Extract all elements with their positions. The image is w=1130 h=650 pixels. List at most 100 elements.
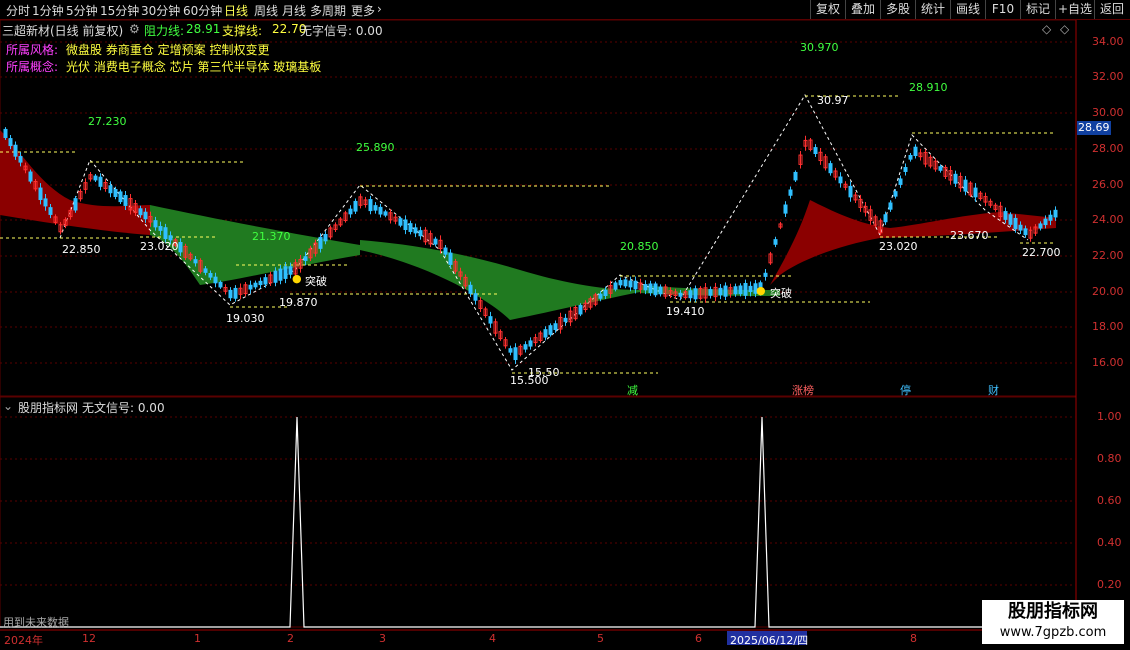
candle-body xyxy=(743,282,748,296)
candle-body xyxy=(8,138,13,147)
event-suspend[interactable]: 停 xyxy=(900,382,911,398)
candle-body xyxy=(903,167,908,172)
candle-body xyxy=(1013,217,1018,230)
candle-body xyxy=(598,293,603,299)
candle-body xyxy=(418,230,423,237)
candle-body xyxy=(378,206,383,215)
price-tick: 24.00 xyxy=(1092,213,1124,226)
date-label: 2 xyxy=(287,632,294,645)
date-label: 1 xyxy=(194,632,201,645)
candle-body xyxy=(938,166,943,171)
candle-body xyxy=(748,285,753,293)
diamond-icon[interactable]: ◇ xyxy=(1042,22,1051,36)
candle-body xyxy=(788,189,793,196)
future-data-note: 用到未来数据 xyxy=(3,616,69,629)
event-reduce[interactable]: 减 xyxy=(627,382,638,398)
low-label: 23.670 xyxy=(950,229,989,242)
watermark-url: www.7gpzb.com xyxy=(999,625,1107,640)
candle-body xyxy=(553,323,558,330)
event-finance[interactable]: 财 xyxy=(988,382,999,398)
candle-body xyxy=(368,199,373,212)
candle-body xyxy=(373,205,378,211)
candle-body xyxy=(793,171,798,181)
chart-canvas[interactable] xyxy=(0,0,1130,650)
indicator-tick: 1.00 xyxy=(1097,410,1122,423)
money-bag-icon: ● xyxy=(292,272,302,285)
peak-label: 30.97 xyxy=(817,94,849,107)
candle-body xyxy=(953,173,958,184)
candle-body xyxy=(733,286,738,295)
candle-body xyxy=(783,204,788,214)
candle-body xyxy=(398,218,403,226)
date-label: 4 xyxy=(489,632,496,645)
high-label: 27.230 xyxy=(88,115,127,128)
candle-body xyxy=(43,198,48,207)
low-label: 19.030 xyxy=(226,312,265,325)
candle-body xyxy=(283,266,288,279)
concept-label: 所属概念: xyxy=(6,60,59,74)
candle-body xyxy=(578,304,583,315)
date-label: 8 xyxy=(910,632,917,645)
candle-body xyxy=(643,284,648,291)
candle-body xyxy=(908,154,913,160)
high-label: 30.970 xyxy=(800,41,839,54)
money-bag-icon: ● xyxy=(756,284,766,297)
candle-body xyxy=(1038,223,1043,229)
price-tick: 16.00 xyxy=(1092,356,1124,369)
candle-body xyxy=(763,272,768,277)
candle-body xyxy=(218,281,223,288)
expand-icon[interactable]: ◇ xyxy=(1060,22,1069,36)
red-band-left xyxy=(0,130,150,235)
signal-text: 无字信号: 0.00 xyxy=(300,24,383,38)
price-tick: 28.00 xyxy=(1092,142,1124,155)
candle-body xyxy=(613,282,618,290)
candle-body xyxy=(403,219,408,231)
candle-body xyxy=(973,187,978,198)
candle-body xyxy=(303,256,308,261)
candle-body xyxy=(28,171,33,182)
candle-body xyxy=(1018,224,1023,231)
candle-body xyxy=(513,347,518,361)
site-watermark: 股朋指标网 www.7gpzb.com xyxy=(982,600,1124,644)
candle-body xyxy=(848,185,853,198)
high-label: 21.370 xyxy=(252,230,291,243)
low-label: 23.020 xyxy=(140,240,179,253)
candle-body xyxy=(3,128,8,138)
collapse-icon[interactable]: ⌄ xyxy=(3,399,13,413)
date-label: 12 xyxy=(82,632,96,645)
style-label: 所属风格: xyxy=(6,43,59,57)
breakout-label: 突破 xyxy=(305,275,327,288)
candle-body xyxy=(693,288,698,300)
candle-body xyxy=(413,227,418,234)
sub-chart-frame xyxy=(0,396,1077,628)
indicator-title: 股朋指标网 xyxy=(18,401,79,415)
candle-body xyxy=(118,191,123,203)
candle-body xyxy=(543,329,548,338)
candle-body xyxy=(233,287,238,299)
indicator-tick: 0.60 xyxy=(1097,494,1122,507)
candle-body xyxy=(258,280,263,286)
candle-body xyxy=(898,178,903,185)
breakout-label: 突破 xyxy=(770,287,792,300)
price-tick: 18.00 xyxy=(1092,320,1124,333)
candle-body xyxy=(893,191,898,197)
candle-body xyxy=(718,287,723,296)
candle-body xyxy=(163,227,168,240)
candle-body xyxy=(738,285,743,295)
candle-body xyxy=(528,340,533,347)
high-label: 20.850 xyxy=(620,240,659,253)
low-label: 23.020 xyxy=(879,240,918,253)
candle-body xyxy=(708,289,713,296)
candle-body xyxy=(208,273,213,278)
price-tick: 34.00 xyxy=(1092,35,1124,48)
settings-gear-icon[interactable]: ⚙ xyxy=(129,22,140,36)
candle-body xyxy=(203,268,208,273)
candle-body xyxy=(678,292,683,297)
low-label: 15.50 xyxy=(528,366,560,379)
date-label-highlighted: 2025/06/12/四 xyxy=(730,634,809,647)
event-limit-up[interactable]: 涨榜 xyxy=(792,382,814,398)
candle-body xyxy=(253,282,258,288)
candle-body xyxy=(273,270,278,283)
candle-body xyxy=(18,156,23,163)
candle-body xyxy=(13,144,18,157)
